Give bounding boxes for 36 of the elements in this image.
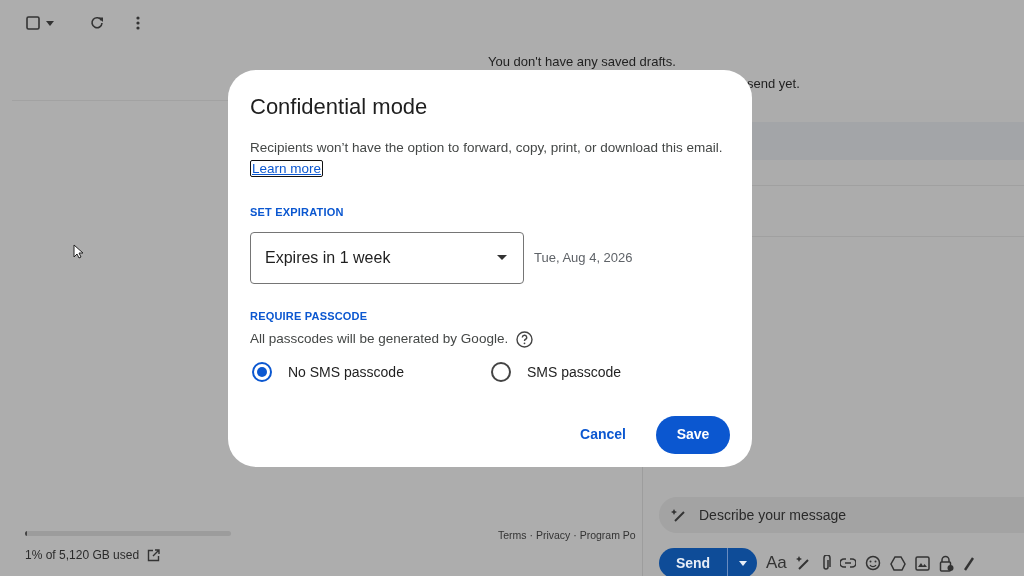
send-options-button[interactable]	[727, 548, 757, 576]
radio-option[interactable]: SMS passcode	[491, 361, 730, 383]
section-heading: REQUIRE PASSCODE	[250, 308, 369, 324]
empty-message: You don't have any saved drafts.	[488, 53, 676, 71]
external-link-icon[interactable]	[147, 548, 161, 562]
prompt-field[interactable]: Describe your message	[659, 497, 1024, 533]
link-icon[interactable]	[839, 558, 856, 568]
empty-message: send yet.	[747, 75, 800, 93]
checkbox-icon[interactable]	[26, 16, 40, 30]
emoji-icon[interactable]	[864, 555, 881, 571]
dialog-title: Confidential mode	[250, 94, 429, 121]
more-icon[interactable]	[136, 16, 140, 30]
expiration-dropdown[interactable]: Expires in 1 week	[250, 231, 524, 284]
send-button[interactable]: Send	[659, 548, 727, 576]
cancel-button[interactable]: Cancel	[558, 415, 648, 454]
save-button[interactable]: Save	[656, 415, 730, 454]
lock-icon[interactable]	[938, 554, 954, 572]
caret-icon[interactable]	[46, 21, 54, 26]
attachment-icon[interactable]	[820, 555, 831, 571]
caret-icon	[497, 255, 507, 261]
learn-more-link[interactable]: Learn more	[250, 160, 324, 178]
storage-usage: 1% of 5,120 GB used	[25, 547, 140, 564]
cursor-icon	[73, 244, 83, 259]
dialog-description: Recipients won’t have the option to forward, copy, print, or download this email.	[250, 139, 724, 158]
help-icon[interactable]	[516, 331, 534, 348]
footer-links[interactable]: Terms · Privacy · Program Po	[498, 528, 636, 544]
radio-option[interactable]: No SMS passcode	[252, 361, 491, 383]
caret-icon	[738, 560, 747, 566]
refresh-icon[interactable]	[90, 16, 104, 30]
sparkle-pen-icon[interactable]	[795, 555, 812, 571]
expiration-date: Tue, Aug 4, 2026	[534, 249, 633, 268]
image-icon[interactable]	[914, 555, 930, 571]
pen-icon[interactable]	[962, 555, 975, 571]
section-heading: SET EXPIRATION	[250, 205, 345, 221]
formatting-button[interactable]: Aa	[766, 550, 787, 576]
passcode-note: All passcodes will be generated by Google.	[250, 330, 509, 349]
